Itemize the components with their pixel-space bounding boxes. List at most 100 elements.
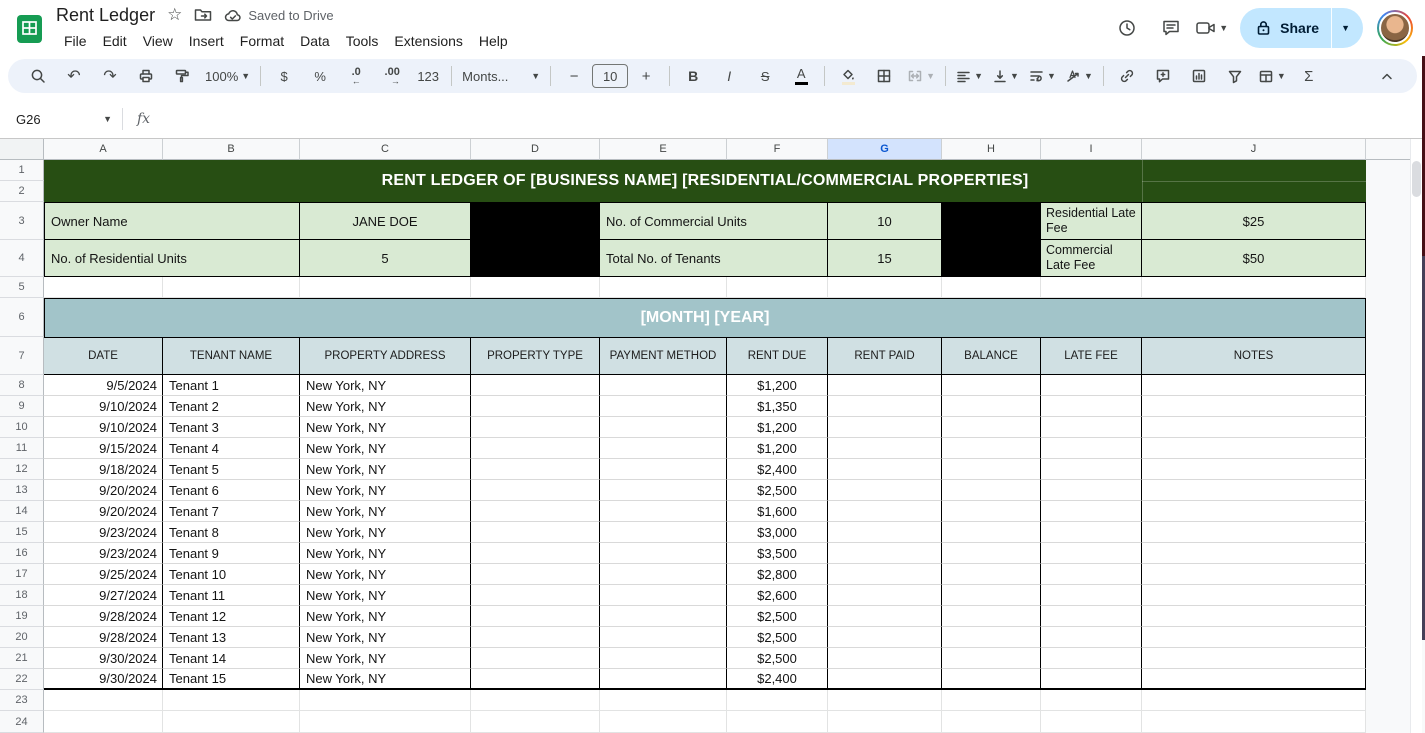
cell-payment-method[interactable] <box>600 396 727 417</box>
cell-property-address[interactable]: New York, NY <box>300 648 471 669</box>
cell-empty[interactable] <box>1041 277 1142 298</box>
cell-notes[interactable] <box>1142 585 1366 606</box>
cell-payment-method[interactable] <box>600 648 727 669</box>
cell-notes[interactable] <box>1142 438 1366 459</box>
cell-property-type[interactable] <box>471 606 600 627</box>
cell-rent-due[interactable]: $2,600 <box>727 585 828 606</box>
italic-button[interactable]: I <box>711 63 747 89</box>
cell-rent-paid[interactable] <box>828 480 942 501</box>
cell-property-address[interactable]: New York, NY <box>300 375 471 396</box>
row-number[interactable]: 16 <box>0 543 44 564</box>
create-filter-button[interactable] <box>1217 63 1253 89</box>
save-status[interactable]: Saved to Drive <box>224 8 333 23</box>
column-header-h[interactable]: H <box>942 139 1041 160</box>
menu-insert[interactable]: Insert <box>181 31 232 51</box>
cell-rent-due[interactable]: $2,400 <box>727 669 828 690</box>
text-color-button[interactable]: A <box>783 63 819 89</box>
cell-notes[interactable] <box>1142 543 1366 564</box>
cell-payment-method[interactable] <box>600 606 727 627</box>
cell-late-fee[interactable] <box>1041 585 1142 606</box>
cell-balance[interactable] <box>942 396 1041 417</box>
row-number[interactable]: 10 <box>0 417 44 438</box>
cell-property-type[interactable] <box>471 669 600 690</box>
table-header-rent-due[interactable]: RENT DUE <box>727 337 828 375</box>
cell-date[interactable]: 9/5/2024 <box>44 375 163 396</box>
cell-balance[interactable] <box>942 648 1041 669</box>
cell-rent-due[interactable]: $1,350 <box>727 396 828 417</box>
column-header-f[interactable]: F <box>727 139 828 160</box>
comments-button[interactable] <box>1151 8 1191 48</box>
cell-residential-units-label[interactable]: No. of Residential Units <box>44 240 300 277</box>
cell-tenant-name[interactable]: Tenant 9 <box>163 543 300 564</box>
functions-button[interactable]: Σ <box>1291 63 1327 89</box>
column-header-b[interactable]: B <box>163 139 300 160</box>
cell-empty[interactable] <box>942 711 1041 733</box>
row-number[interactable]: 21 <box>0 648 44 669</box>
document-title[interactable]: Rent Ledger <box>56 5 155 26</box>
cell-tenant-name[interactable]: Tenant 15 <box>163 669 300 690</box>
cell-property-type[interactable] <box>471 564 600 585</box>
cell-rent-due[interactable]: $3,500 <box>727 543 828 564</box>
cell-rent-paid[interactable] <box>828 522 942 543</box>
cell-commercial-late-fee-label[interactable]: Commercial Late Fee <box>1041 240 1142 277</box>
cell-property-address[interactable]: New York, NY <box>300 501 471 522</box>
table-header-notes[interactable]: NOTES <box>1142 337 1366 375</box>
cell-property-type[interactable] <box>471 438 600 459</box>
cell-black[interactable] <box>942 240 1041 277</box>
cell-property-address[interactable]: New York, NY <box>300 606 471 627</box>
share-button[interactable]: Share <box>1240 8 1331 48</box>
strikethrough-button[interactable]: S <box>747 63 783 89</box>
row-number[interactable]: 6 <box>0 298 44 337</box>
cell-empty[interactable] <box>44 277 163 298</box>
row-number[interactable]: 1 <box>0 160 44 181</box>
table-header-payment-method[interactable]: PAYMENT METHOD <box>600 337 727 375</box>
cell-rent-due[interactable]: $2,500 <box>727 648 828 669</box>
cell-property-type[interactable] <box>471 648 600 669</box>
cell-empty[interactable] <box>300 690 471 711</box>
cell-late-fee[interactable] <box>1041 522 1142 543</box>
row-number[interactable]: 18 <box>0 585 44 606</box>
cell-balance[interactable] <box>942 459 1041 480</box>
cell-total-tenants-value[interactable]: 15 <box>828 240 942 277</box>
name-box[interactable]: G26 ▼ <box>0 112 122 127</box>
column-header-e[interactable]: E <box>600 139 727 160</box>
cell-rent-paid[interactable] <box>828 501 942 522</box>
cell-property-type[interactable] <box>471 585 600 606</box>
cell-late-fee[interactable] <box>1041 606 1142 627</box>
cell-owner-name-label[interactable]: Owner Name <box>44 202 300 240</box>
cell-empty[interactable] <box>163 711 300 733</box>
cell-date[interactable]: 9/23/2024 <box>44 522 163 543</box>
cell-empty[interactable] <box>600 690 727 711</box>
cell-empty[interactable] <box>1041 690 1142 711</box>
cell-date[interactable]: 9/23/2024 <box>44 543 163 564</box>
column-header-a[interactable]: A <box>44 139 163 160</box>
row-number[interactable]: 5 <box>0 277 44 298</box>
cell-empty[interactable] <box>44 690 163 711</box>
cell-rent-due[interactable]: $1,200 <box>727 417 828 438</box>
cell-tenant-name[interactable]: Tenant 1 <box>163 375 300 396</box>
cell-empty[interactable] <box>1142 711 1366 733</box>
menu-file[interactable]: File <box>56 31 95 51</box>
cell-balance[interactable] <box>942 585 1041 606</box>
cell-black[interactable] <box>942 202 1041 240</box>
increase-decimal-button[interactable]: .00→ <box>374 63 410 89</box>
format-currency-button[interactable]: $ <box>266 63 302 89</box>
cell-property-address[interactable]: New York, NY <box>300 543 471 564</box>
cell-property-type[interactable] <box>471 627 600 648</box>
cell-property-address[interactable]: New York, NY <box>300 669 471 690</box>
cell-empty[interactable] <box>44 711 163 733</box>
cell-date[interactable]: 9/30/2024 <box>44 669 163 690</box>
row-number[interactable]: 4 <box>0 240 44 277</box>
cell-rent-paid[interactable] <box>828 606 942 627</box>
cell-payment-method[interactable] <box>600 438 727 459</box>
cell-tenant-name[interactable]: Tenant 5 <box>163 459 300 480</box>
cell-date[interactable]: 9/10/2024 <box>44 417 163 438</box>
font-select[interactable]: Monts...▼ <box>457 63 545 89</box>
cell-property-address[interactable]: New York, NY <box>300 522 471 543</box>
vertical-align-button[interactable]: ▼ <box>988 63 1024 89</box>
table-header-late-fee[interactable]: LATE FEE <box>1041 337 1142 375</box>
cell-tenant-name[interactable]: Tenant 11 <box>163 585 300 606</box>
cell-late-fee[interactable] <box>1041 648 1142 669</box>
cell-rent-paid[interactable] <box>828 627 942 648</box>
cell-residential-units-value[interactable]: 5 <box>300 240 471 277</box>
